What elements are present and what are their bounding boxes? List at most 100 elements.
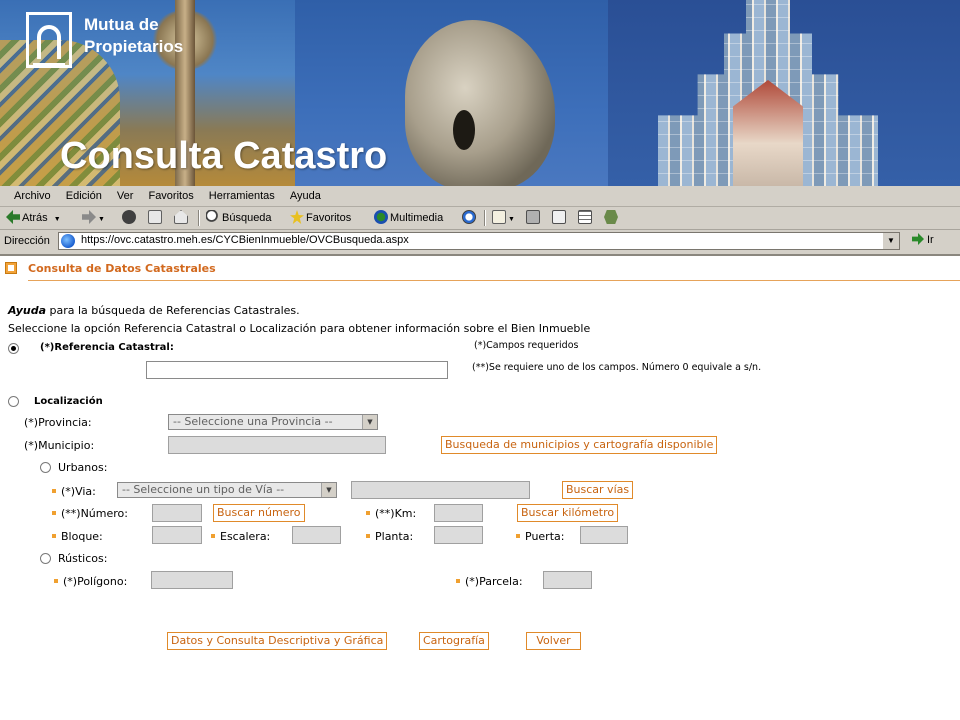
- refresh-button[interactable]: [148, 209, 164, 227]
- via-name-input[interactable]: [351, 481, 530, 499]
- menu-ayuda[interactable]: Ayuda: [284, 186, 327, 206]
- km-row-label: (**)Km:: [366, 507, 416, 520]
- stop-button[interactable]: [122, 209, 138, 227]
- mail-button[interactable]: ▼: [492, 209, 515, 227]
- radio-referencia-catastral[interactable]: [8, 343, 19, 354]
- logo-text: Mutua de Propietarios: [84, 14, 183, 58]
- toolbar-separator: [198, 210, 200, 226]
- url-dropdown-icon[interactable]: ▼: [882, 233, 899, 249]
- via-label: (*)Via:: [61, 485, 96, 498]
- address-bar: Dirección https://ovc.catastro.meh.es/CY…: [0, 230, 960, 256]
- header-banner: Mutua de Propietarios Consulta Catastro: [0, 0, 960, 186]
- chevron-down-icon: ▼: [362, 415, 377, 429]
- logo-line2: Propietarios: [84, 37, 184, 56]
- parcela-row-label: (*)Parcela:: [456, 575, 523, 588]
- bullet-icon: [52, 511, 56, 515]
- buscar-numero-button[interactable]: Buscar número: [213, 504, 305, 522]
- planta-label: Planta:: [375, 530, 414, 543]
- required-note: (*)Campos requeridos: [474, 340, 579, 351]
- urbanos-label: Urbanos:: [58, 461, 108, 474]
- numero-label: (**)Número:: [61, 507, 128, 520]
- search-button[interactable]: Búsqueda: [206, 209, 272, 227]
- discuss-button[interactable]: [578, 209, 594, 227]
- address-label: Dirección: [4, 235, 50, 247]
- back-dropdown-icon[interactable]: ▼: [54, 216, 61, 223]
- bullet-icon: [54, 579, 58, 583]
- bloque-input[interactable]: [152, 526, 202, 544]
- puerta-row-label: Puerta:: [516, 530, 564, 543]
- forward-dropdown-icon[interactable]: ▼: [98, 216, 105, 223]
- help-line: Ayuda para la búsqueda de Referencias Ca…: [8, 304, 300, 317]
- poligono-input[interactable]: [151, 571, 233, 589]
- escalera-input[interactable]: [292, 526, 341, 544]
- buscar-kilometro-button[interactable]: Buscar kilómetro: [517, 504, 619, 522]
- refresh-icon: [148, 210, 162, 224]
- browser-menubar: Archivo Edición Ver Favoritos Herramient…: [0, 186, 960, 207]
- menu-ver[interactable]: Ver: [111, 186, 140, 206]
- referencia-catastral-label: (*)Referencia Catastral:: [40, 342, 174, 353]
- required-note-2: (**)Se requiere uno de los campos. Númer…: [472, 362, 762, 373]
- datos-consulta-button[interactable]: Datos y Consulta Descriptiva y Gráfica: [167, 632, 388, 650]
- bullet-icon: [211, 534, 215, 538]
- radio-rusticos[interactable]: [40, 553, 51, 564]
- history-button[interactable]: [462, 209, 478, 227]
- discuss-icon: [578, 210, 592, 224]
- rusticos-label: Rústicos:: [58, 552, 108, 565]
- poligono-row-label: (*)Polígono:: [54, 575, 127, 588]
- favorites-button[interactable]: Favoritos: [290, 209, 351, 227]
- km-input[interactable]: [434, 504, 483, 522]
- radio-urbanos[interactable]: [40, 462, 51, 473]
- escalera-row-label: Escalera:: [211, 530, 270, 543]
- print-icon: [526, 210, 540, 224]
- media-icon: [374, 210, 388, 224]
- back-arrow-icon: [6, 210, 20, 224]
- help-link[interactable]: Ayuda: [8, 304, 46, 317]
- buscar-vias-button[interactable]: Buscar vías: [562, 481, 634, 499]
- municipio-input[interactable]: [168, 436, 386, 454]
- bullet-icon: [366, 534, 370, 538]
- home-button[interactable]: [174, 209, 190, 227]
- menu-archivo[interactable]: Archivo: [8, 186, 57, 206]
- mail-dropdown-icon[interactable]: ▼: [508, 216, 515, 223]
- edit-button[interactable]: [552, 209, 568, 227]
- radio-localizacion[interactable]: [8, 396, 19, 407]
- volver-button[interactable]: Volver: [526, 632, 581, 650]
- media-button[interactable]: Multimedia: [374, 209, 443, 227]
- messenger-button[interactable]: [604, 209, 620, 227]
- referencia-catastral-input[interactable]: [146, 361, 448, 379]
- go-button[interactable]: Ir: [912, 233, 934, 246]
- favorites-label: Favoritos: [306, 212, 352, 224]
- go-label: Ir: [927, 234, 934, 246]
- banner-photo-right: [608, 0, 960, 186]
- municipio-search-button[interactable]: Busqueda de municipios y cartografía dis…: [441, 436, 718, 454]
- bullet-icon: [52, 534, 56, 538]
- help-text: para la búsqueda de Referencias Catastra…: [46, 304, 300, 317]
- parcela-input[interactable]: [543, 571, 592, 589]
- provincia-select[interactable]: -- Seleccione una Provincia -- ▼: [168, 414, 378, 430]
- print-button[interactable]: [526, 209, 542, 227]
- forward-button[interactable]: ▼: [82, 209, 105, 227]
- parcela-label: (*)Parcela:: [465, 575, 523, 588]
- provincia-select-value: -- Seleccione una Provincia --: [173, 415, 333, 428]
- puerta-input[interactable]: [580, 526, 628, 544]
- numero-input[interactable]: [152, 504, 202, 522]
- back-button[interactable]: Atrás ▼: [6, 209, 61, 227]
- page-title: Consulta Catastro: [60, 135, 388, 177]
- cartografia-button[interactable]: Cartografía: [419, 632, 489, 650]
- page-icon: [61, 234, 75, 248]
- via-type-select[interactable]: -- Seleccione un tipo de Vía -- ▼: [117, 482, 337, 498]
- escalera-label: Escalera:: [220, 530, 271, 543]
- url-field[interactable]: https://ovc.catastro.meh.es/CYCBienInmue…: [58, 232, 900, 250]
- menu-favoritos[interactable]: Favoritos: [142, 186, 199, 206]
- browser-toolbar: Atrás ▼ ▼ Búsqueda Favoritos Multimedia …: [0, 207, 960, 230]
- search-icon: [206, 210, 220, 224]
- km-label: (**)Km:: [375, 507, 417, 520]
- via-row-label: (*)Via:: [52, 485, 96, 498]
- search-label: Búsqueda: [222, 212, 272, 224]
- planta-input[interactable]: [434, 526, 483, 544]
- menu-herramientas[interactable]: Herramientas: [203, 186, 281, 206]
- bloque-row-label: Bloque:: [52, 530, 103, 543]
- menu-edicion[interactable]: Edición: [60, 186, 108, 206]
- logo-line1: Mutua de: [84, 15, 159, 34]
- bullet-icon: [456, 579, 460, 583]
